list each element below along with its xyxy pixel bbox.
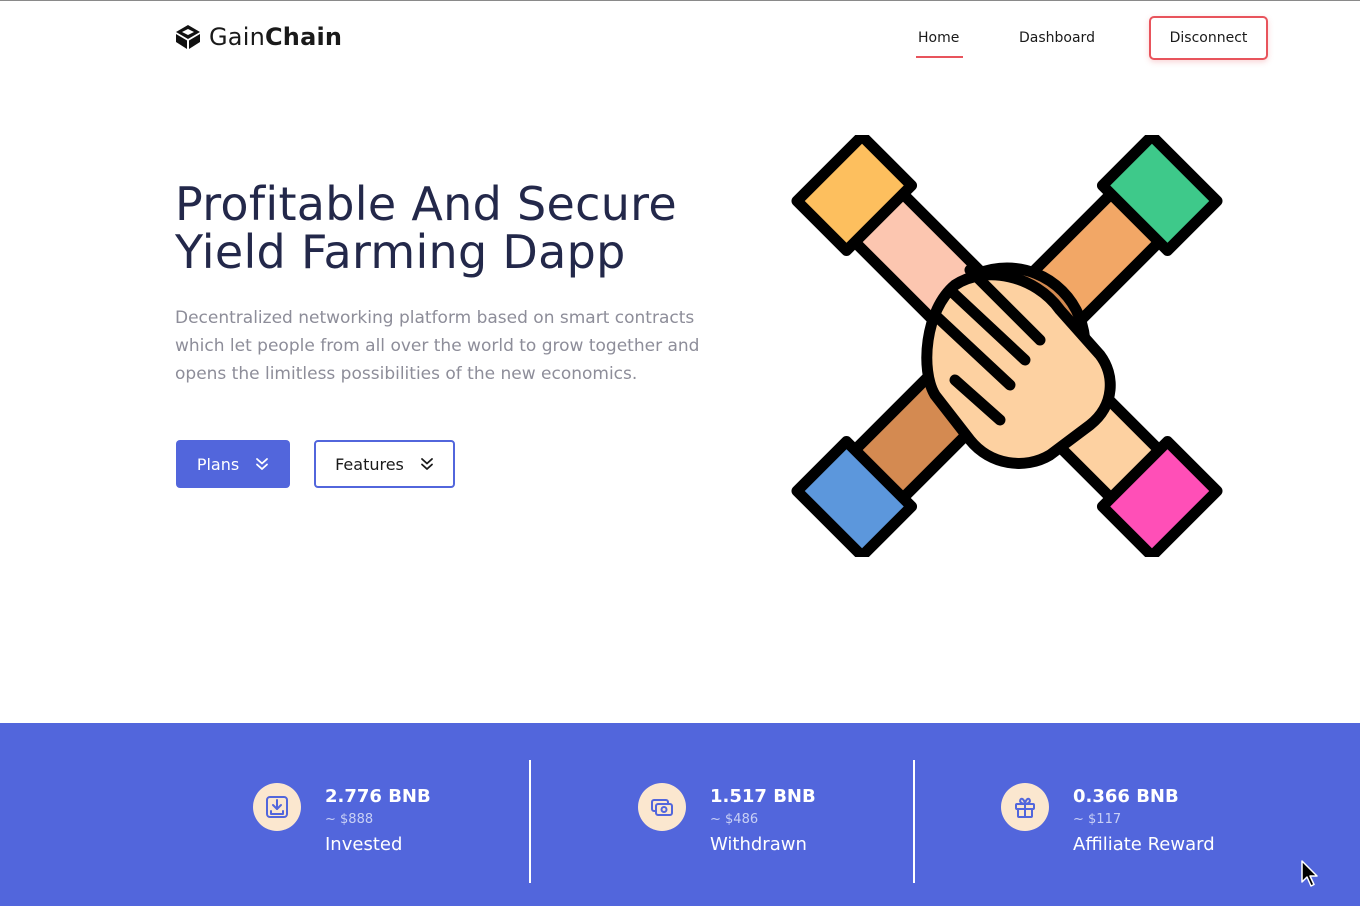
stat-usd: ~ $117 [1073, 812, 1122, 827]
stat-divider [529, 760, 531, 883]
double-chevron-down-icon [256, 458, 269, 470]
stat-affiliate-reward: 0.366 BNB ~ $117 Affiliate Reward [1001, 783, 1215, 859]
main-nav: Home Dashboard Disconnect [0, 16, 1360, 60]
stacked-hands-teamwork-icon [791, 135, 1223, 557]
download-tray-icon [253, 783, 301, 831]
gift-icon [1001, 783, 1049, 831]
plans-button-label: Plans [196, 454, 240, 474]
nav-item-home[interactable]: Home [916, 16, 964, 60]
mouse-pointer-icon [1301, 860, 1318, 887]
hero-title: Profitable And Secure Yield Farming Dapp [175, 180, 735, 276]
plans-button[interactable]: Plans [176, 440, 290, 488]
hero-description: Decentralized networking platform based … [175, 308, 700, 384]
stats-band: 2.776 BNB ~ $888 Invested 1.517 BNB ~ $4… [0, 723, 1360, 906]
stat-value: 1.517 BNB [710, 786, 816, 807]
nav-item-dashboard-label: Dashboard [1019, 30, 1095, 46]
stat-withdrawn: 1.517 BNB ~ $486 Withdrawn [638, 783, 816, 859]
hero-title-line1: Profitable And Secure [175, 177, 677, 231]
stat-divider [913, 760, 915, 883]
stat-value: 2.776 BNB [325, 786, 431, 807]
cash-stack-icon [638, 783, 686, 831]
stat-invested: 2.776 BNB ~ $888 Invested [253, 783, 431, 859]
stat-usd: ~ $888 [325, 812, 374, 827]
double-chevron-down-icon [420, 458, 433, 470]
nav-item-home-label: Home [918, 30, 960, 46]
disconnect-button[interactable]: Disconnect [1149, 16, 1268, 60]
features-button-label: Features [335, 454, 404, 474]
stat-label: Affiliate Reward [1073, 834, 1215, 855]
stat-usd: ~ $486 [710, 812, 759, 827]
features-button[interactable]: Features [314, 440, 455, 488]
stat-label: Withdrawn [710, 834, 807, 855]
stat-label: Invested [325, 834, 403, 855]
nav-item-dashboard[interactable]: Dashboard [1019, 16, 1095, 60]
stat-value: 0.366 BNB [1073, 786, 1179, 807]
hero-title-line2: Yield Farming Dapp [175, 225, 626, 279]
active-indicator [916, 56, 964, 58]
top-border [0, 0, 1360, 1]
